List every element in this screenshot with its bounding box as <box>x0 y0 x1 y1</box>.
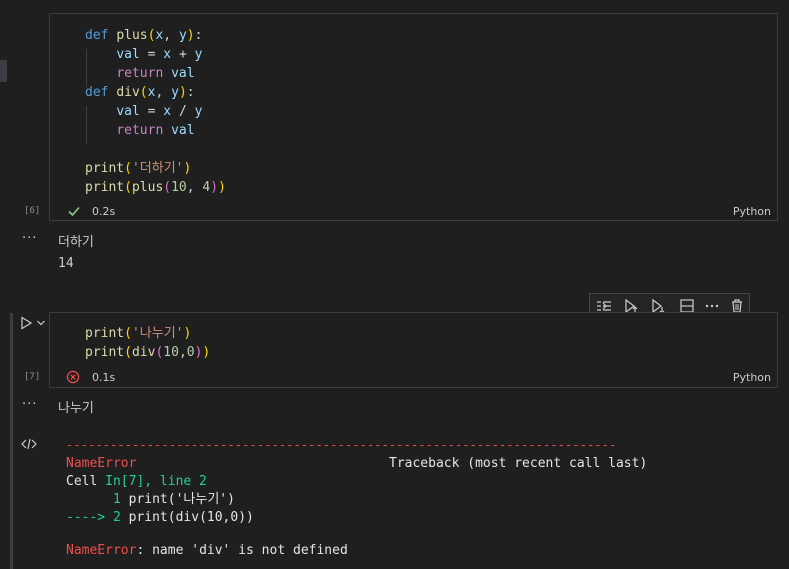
cell-language[interactable]: Python <box>733 205 771 218</box>
error-status-icon <box>66 370 80 384</box>
execution-count: [6] <box>24 206 41 216</box>
code-line: print(div(10,0)) <box>85 345 211 360</box>
code-line: print(plus(10, 4)) <box>85 180 226 195</box>
run-cell-icon[interactable] <box>19 316 33 330</box>
code-cell-7[interactable]: print('나누기') print(div(10,0)) 0.1s Pytho… <box>49 312 778 388</box>
execution-duration: 0.1s <box>92 371 116 384</box>
code-line: val = x / y <box>116 104 203 119</box>
code-line: return val <box>116 66 195 81</box>
cell-focus-bar <box>10 313 13 569</box>
traceback-line: 1 print('나누기') <box>66 492 235 507</box>
code-line: print('나누기') <box>85 326 192 341</box>
traceback-cell-link[interactable]: In[7], line 2 <box>105 474 207 489</box>
execution-duration: 0.2s <box>92 205 116 218</box>
error-rule: ----------------------------------------… <box>66 438 617 452</box>
gutter-marker <box>0 60 7 82</box>
output-stdout: 나누기 <box>58 401 94 416</box>
chevron-down-icon[interactable] <box>36 318 46 328</box>
code-line: print('더하기') <box>85 161 192 176</box>
output-more-icon[interactable]: ··· <box>22 231 37 246</box>
cell-language[interactable]: Python <box>733 371 771 384</box>
output-more-icon[interactable]: ··· <box>22 397 37 412</box>
error-message: NameError: name 'div' is not defined <box>66 543 348 558</box>
traceback-label: Traceback (most recent call last) <box>389 456 648 471</box>
code-line: def div(x, y): <box>85 85 195 100</box>
error-name: NameError <box>66 456 137 471</box>
code-line: val = x + y <box>116 47 203 62</box>
success-check-icon <box>68 206 80 217</box>
traceback-line: ----> 2 print(div(10,0)) <box>66 510 254 525</box>
output-line: 14 <box>58 256 74 271</box>
traceback-cell-ref: Cell In[7], line 2 <box>66 474 207 489</box>
code-line: def plus(x, y): <box>85 28 203 43</box>
code-output-icon[interactable] <box>21 437 37 451</box>
code-line: return val <box>116 123 195 138</box>
execution-count: [7] <box>24 372 41 382</box>
code-cell-6[interactable]: def plus(x, y): val = x + y return val d… <box>49 13 778 221</box>
output-line: 더하기 <box>58 235 94 250</box>
